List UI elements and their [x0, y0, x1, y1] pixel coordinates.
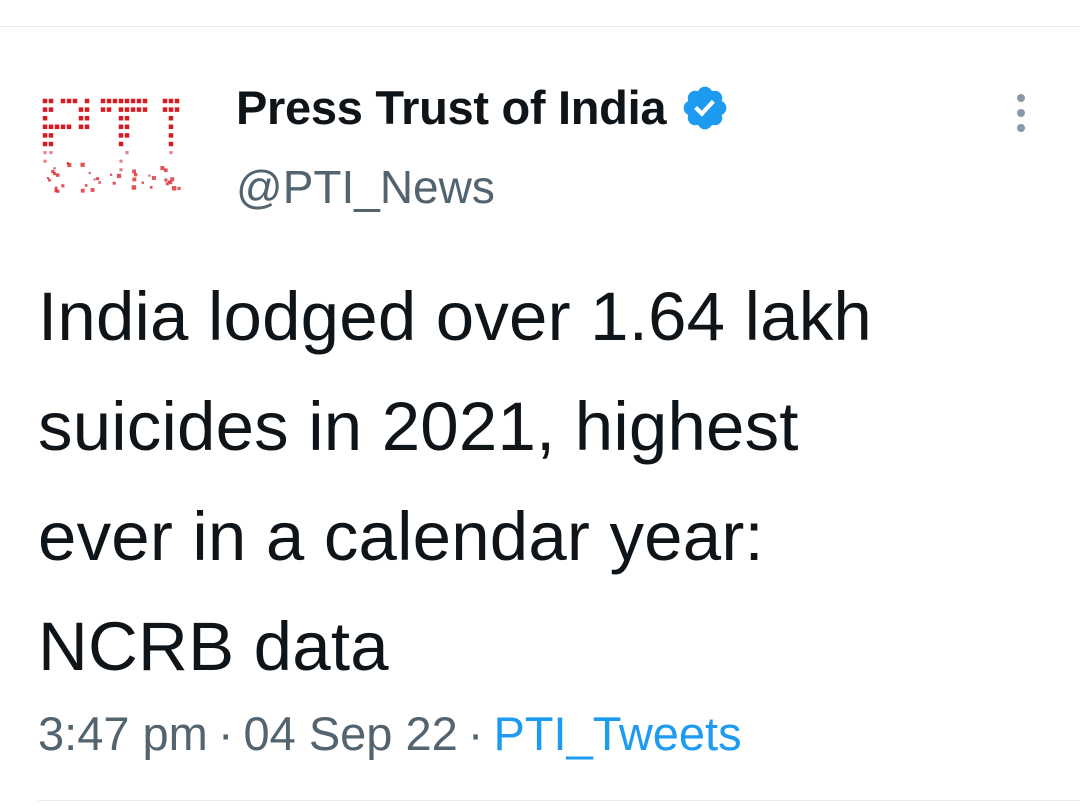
meta-separator: ·: [467, 707, 484, 760]
tweet-metadata: 3:47 pm · 04 Sep 22 · PTI_Tweets: [38, 706, 742, 761]
tweet-source-link[interactable]: PTI_Tweets: [493, 707, 741, 760]
tweet-text-line: suicides in 2021, highest: [38, 388, 799, 465]
more-vertical-icon[interactable]: [1008, 92, 1034, 134]
meta-separator: ·: [217, 707, 234, 760]
tweet-time[interactable]: 3:47 pm: [38, 707, 208, 760]
top-divider: [0, 26, 1080, 27]
author-avatar[interactable]: [38, 92, 194, 196]
author-name-row: Press Trust of India: [236, 78, 730, 136]
tweet-text: India lodged over 1.64 lakh suicides in …: [38, 262, 1058, 702]
pti-logo-icon: [42, 98, 181, 193]
author-handle[interactable]: @PTI_News: [236, 160, 495, 214]
tweet-date[interactable]: 04 Sep 22: [243, 707, 457, 760]
tweet-text-line: ever in a calendar year:: [38, 498, 764, 575]
tweet-text-line: India lodged over 1.64 lakh: [38, 278, 873, 355]
author-display-name[interactable]: Press Trust of India: [236, 80, 666, 135]
verified-badge-icon: [680, 83, 730, 133]
tweet-text-line: NCRB data: [38, 608, 389, 685]
bottom-divider: [38, 800, 1080, 801]
